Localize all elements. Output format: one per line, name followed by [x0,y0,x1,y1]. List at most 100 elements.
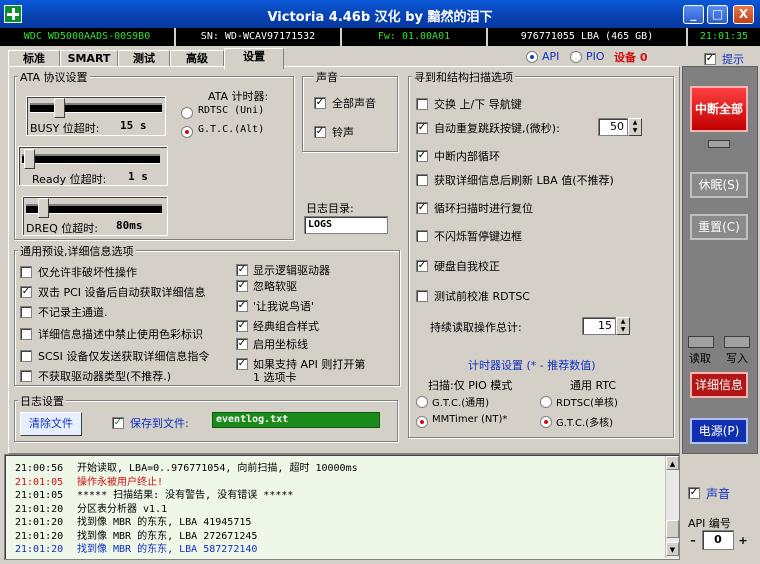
general-option-checkbox[interactable] [20,328,32,340]
log-scrollbar[interactable]: ▲ ▼ [665,456,679,558]
bell-checkbox[interactable]: ✓ [314,126,326,138]
seek-option-checkbox[interactable]: ✓ [416,150,428,162]
clear-file-button[interactable]: 清除文件 [20,412,82,436]
all-sound-checkbox[interactable]: ✓ [314,97,326,109]
gtc-general-radio[interactable] [416,396,428,408]
pio-radio[interactable] [570,51,582,63]
api-decrement-button[interactable]: – [686,534,700,548]
log-line: 21:01:20 找到像 MBR 的东东, LBA 41945715 [15,513,251,528]
general-option-checkbox[interactable]: ✓ [236,320,248,332]
sound-group [302,76,398,152]
seek-option-label: 交换 上/下 导航键 [434,98,522,111]
tab-smart[interactable]: SMART [60,50,118,67]
log-time: 21:01:20 [15,544,64,555]
ata-group-title: ATA 协议设置 [18,69,90,85]
reset-button[interactable]: 重置(C) [690,214,748,240]
rdtsc-single-label: RDTSC(单核) [556,398,618,409]
general-option-checkbox[interactable] [20,306,32,318]
seek-option-checkbox[interactable] [416,174,428,186]
general-option-checkbox[interactable]: ✓ [236,338,248,350]
sum-label: 持续读取操作总计: [430,321,522,334]
tab-test[interactable]: 测试 [118,50,170,67]
rdtsc-uni-radio[interactable] [181,107,193,119]
drive-capacity: 976771055 LBA (465 GB) [488,28,688,46]
dreq-slider-thumb[interactable] [38,198,49,218]
seek-option-label: 循环扫描时进行复位 [434,202,533,215]
seek-option-checkbox[interactable] [416,98,428,110]
general-option-label: 不记录主通道. [38,306,108,319]
device-label: 设备 0 [614,51,648,64]
log-dir-input[interactable]: LOGS [304,216,388,234]
break-all-button[interactable]: 中断全部 [690,86,748,132]
hint-checkbox[interactable]: ✓ [704,53,716,65]
general-option-label: 忽略软驱 [253,280,297,293]
mmtimer-radio[interactable] [416,416,428,428]
drive-info-bar: WDC WD5000AADS-00S9B0 SN: WD-WCAV9717153… [0,28,760,46]
close-button[interactable]: X [733,5,754,24]
tab-standard[interactable]: 标准 [8,50,60,67]
general-option-label: 仅允许非破坏性操作 [38,266,137,279]
rtc-title: 通用 RTC [570,379,617,392]
pio-label: PIO [586,50,605,63]
rdtsc-single-radio[interactable] [540,396,552,408]
general-option-checkbox[interactable] [20,350,32,362]
seek-option-checkbox[interactable]: ✓ [416,260,428,272]
general-option-label: SCSI 设备仅发送获取详细信息指令 [38,350,210,363]
api-increment-button[interactable]: + [736,534,750,548]
general-option-checkbox[interactable] [20,370,32,382]
seek-group-title: 寻到和结构扫描选项 [412,69,515,85]
ready-slider-thumb[interactable] [24,149,35,169]
tab-settings[interactable]: 设置 [224,48,284,69]
log-file-input[interactable]: eventlog.txt [212,412,380,428]
save-to-file-checkbox[interactable]: ✓ [112,417,124,429]
sum-input[interactable]: 15 [582,317,616,335]
api-radio[interactable] [526,51,538,63]
scroll-up-arrow[interactable]: ▲ [666,456,679,470]
sum-spinner[interactable]: ▲ ▼ [616,317,630,335]
api-number-label: API 编号 [688,517,731,530]
maximize-button[interactable]: □ [707,5,728,24]
busy-slider-thumb[interactable] [54,98,65,118]
busy-slider-track[interactable] [30,103,162,113]
gtc-alt-radio[interactable] [181,126,193,138]
sound-checkbox[interactable]: ✓ [688,487,700,499]
details-button[interactable]: 详细信息 [690,372,748,398]
general-group-title: 通用预设,详细信息选项 [18,243,136,259]
general-option-checkbox[interactable]: ✓ [236,300,248,312]
log-text: 找到像 MBR 的东东, LBA 587272140 [77,544,258,555]
general-option-label: 不获取驱动器类型(不推荐.) [38,370,172,383]
ready-slider-track[interactable] [22,154,160,164]
clock: 21:01:35 [699,31,749,42]
general-option-label: 双击 PCI 设备后自动获取详细信息 [38,286,206,299]
scroll-down-arrow[interactable]: ▼ [666,542,679,556]
seek-option-checkbox[interactable] [416,230,428,242]
log-line: 21:01:05 操作永被用户终止! [15,473,163,488]
general-option-checkbox[interactable] [20,266,32,278]
power-button[interactable]: 电源(P) [690,418,748,444]
general-option-checkbox[interactable]: ✓ [236,264,248,276]
gtc-multi-radio[interactable] [540,416,552,428]
general-option-checkbox[interactable]: ✓ [20,286,32,298]
seek-option-label: 测试前校准 RDTSC [434,290,530,303]
status-indicator [708,140,730,148]
rdtsc-uni-label: RDTSC (Uni) [198,105,265,116]
minimize-button[interactable]: _ [683,5,704,24]
seek-option-label: 自动重复跳跃按键,(微秒): [434,122,560,135]
general-option-label: '让我说鸟语' [253,300,315,313]
write-indicator [724,336,750,348]
read-label: 读取 [689,352,711,365]
seek-option-label: 不闪烁暂停键边框 [434,230,522,243]
general-option-checkbox[interactable]: ✓ [236,280,248,292]
general-option-checkbox[interactable]: ✓ [236,358,248,370]
repeat-interval-input[interactable]: 50 [598,118,628,136]
seek-option-checkbox[interactable]: ✓ [416,202,428,214]
general-option-label: 启用坐标线 [253,338,308,351]
sleep-button[interactable]: 休眠(S) [690,172,748,198]
tab-advanced[interactable]: 高级 [170,50,224,67]
seek-option-checkbox[interactable]: ✓ [416,122,428,134]
api-number-input[interactable]: 0 [702,530,734,550]
ready-label: Ready 位超时: [32,173,107,186]
seek-option-checkbox[interactable] [416,290,428,302]
scroll-thumb[interactable] [666,520,679,538]
repeat-interval-spinner[interactable]: ▲ ▼ [628,118,642,136]
